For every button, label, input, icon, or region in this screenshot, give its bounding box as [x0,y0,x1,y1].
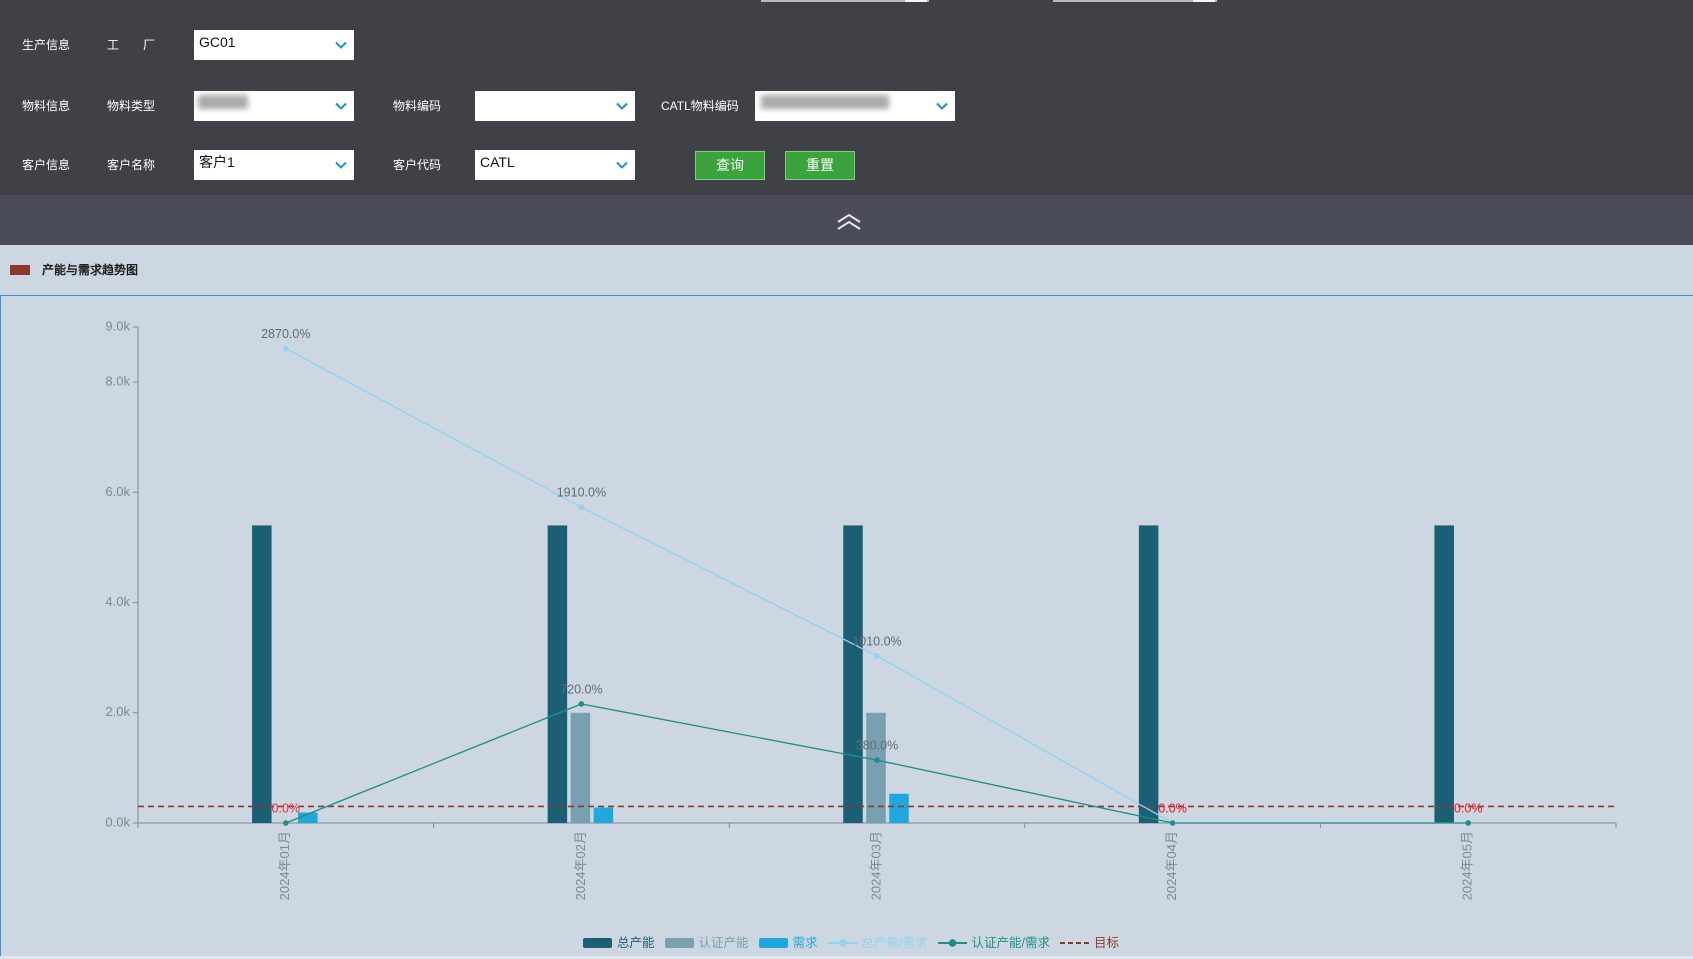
legend-bar-swatch-icon [664,938,694,948]
legend-label: 总产能/需求 [861,936,928,950]
chevron-down-icon [335,41,347,49]
point-certified-capacity-demand-ratio [283,820,289,826]
legend-item-total-capacity[interactable]: 总产能 [583,934,655,952]
bar-total-capacity [1138,525,1159,823]
point-certified-capacity-demand-ratio [874,757,880,763]
point-total-capacity-demand-ratio [874,653,880,659]
y-tick-label: 6.0k [105,484,130,499]
query-button[interactable]: 查询 [695,151,765,180]
x-tick-label: 2024年01月 [277,831,292,900]
catl-material-code-select[interactable] [755,91,955,121]
y-tick-label: 4.0k [105,594,130,609]
data-label-certified-capacity-demand-ratio: 380.0% [856,738,898,752]
customer-code-select[interactable]: CATL [475,150,635,180]
point-certified-capacity-demand-ratio [578,701,585,707]
legend-line-marker-icon [827,939,857,947]
reset-button[interactable]: 重置 [785,151,855,180]
cutoff-select-arrow-edge [1193,0,1215,2]
point-total-capacity-demand-ratio [283,345,289,352]
legend-item-total-capacity-demand-ratio[interactable]: 总产能/需求 [827,934,928,952]
legend-item-certified-capacity-demand-ratio[interactable]: 认证产能/需求 [937,934,1051,952]
x-tick-label: 2024年02月 [573,831,588,900]
chevron-down-icon [335,161,347,169]
section-label-customer: 客户信息 [22,158,71,172]
legend-label: 需求 [792,936,818,950]
legend-label: 目标 [1094,936,1120,950]
data-label-total-capacity-demand-ratio: 2870.0% [261,327,310,341]
y-tick-label: 9.0k [105,318,130,333]
cutoff-select-bottom-edge [1053,0,1217,2]
chevron-down-icon [616,102,628,110]
material-code-select[interactable] [475,91,635,121]
bar-demand [889,793,909,823]
redacted-value-blur [761,95,889,109]
catl-material-code-label: CATL物料编码 [661,99,739,113]
data-label-total-capacity-demand-ratio: 1910.0% [557,486,606,500]
panel-title-marker [10,265,30,275]
customer-name-select-value: 客户1 [199,154,235,170]
legend-label: 总产能 [617,936,655,950]
y-tick-label: 0.0k [105,814,130,829]
factory-label: 工 厂 [107,38,155,52]
x-tick-label: 2024年04月 [1164,831,1179,900]
data-label-certified-capacity-demand-ratio: 0.0% [1158,801,1187,815]
section-label-production: 生产信息 [22,38,71,52]
y-tick-label: 8.0k [105,374,130,389]
chevron-down-icon [936,102,948,110]
factory-select[interactable]: GC01 [194,30,354,60]
double-chevron-up-icon [837,213,861,230]
data-label-total-capacity-demand-ratio: 1010.0% [852,634,901,648]
customer-code-label: 客户代码 [393,158,442,172]
chart-legend: 总产能 认证产能 需求 总产能/需求 认证产能/需求 目标 [583,934,1129,952]
bar-demand [593,807,614,823]
bar-total-capacity [252,525,272,823]
collapse-filters-button[interactable] [832,208,866,236]
filter-panel: 生产信息 工 厂 GC01 物料信息 物料类型 物料编码 CATL物料编码 客户… [0,0,1693,195]
capacity-demand-trend-chart: 0.0k 2.0k 4.0k 6.0k 8.0k 9.0k 2024年01月 2024年02月… [105,318,1617,900]
data-label-certified-capacity-demand-ratio: 0.0% [1454,801,1483,815]
legend-label: 认证产能/需求 [971,936,1051,950]
material-type-label: 物料类型 [107,99,156,113]
chevron-down-icon [616,161,628,169]
section-label-material: 物料信息 [22,99,71,113]
y-tick-label: 2.0k [105,704,130,719]
legend-line-marker-icon [937,939,967,947]
x-tick-label: 2024年03月 [868,831,883,900]
material-type-select[interactable] [194,91,354,121]
customer-code-select-value: CATL [480,154,515,170]
chevron-down-icon [335,102,347,110]
redacted-value-blur [198,95,248,109]
bar-total-capacity [843,525,863,823]
customer-name-label: 客户名称 [107,158,156,172]
customer-name-select[interactable]: 客户1 [194,150,354,180]
data-label-certified-capacity-demand-ratio: 0.0% [272,801,301,815]
factory-select-value: GC01 [199,34,236,50]
cutoff-select-arrow-edge [905,0,927,2]
data-label-certified-capacity-demand-ratio: 720.0% [560,682,602,696]
bar-total-capacity [1434,525,1454,823]
legend-item-target[interactable]: 目标 [1060,934,1119,952]
x-tick-label: 2024年05月 [1460,831,1475,900]
panel-title: 产能与需求趋势图 [42,263,139,277]
legend-item-certified-capacity[interactable]: 认证产能 [664,934,749,952]
point-certified-capacity-demand-ratio [1465,820,1471,826]
cutoff-select-bottom-edge [761,0,929,2]
legend-bar-swatch-icon [583,938,612,948]
legend-dashed-line-icon [1060,942,1090,944]
legend-item-demand[interactable]: 需求 [758,934,818,952]
material-code-label: 物料编码 [393,99,442,113]
point-total-capacity-demand-ratio [578,504,585,511]
legend-bar-swatch-icon [758,938,788,948]
legend-label: 认证产能 [698,936,749,950]
bar-total-capacity [547,525,568,823]
point-certified-capacity-demand-ratio [1169,820,1176,826]
